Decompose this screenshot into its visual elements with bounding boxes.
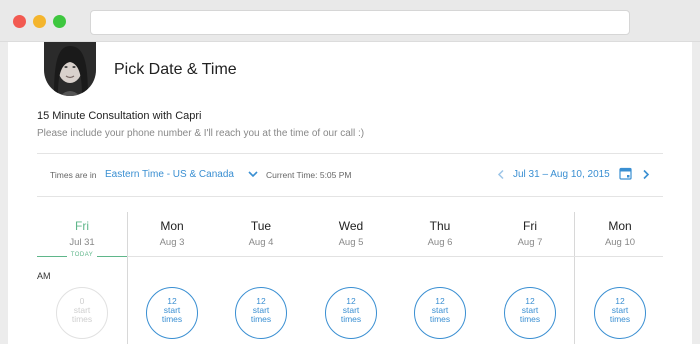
close-window-button[interactable]: [13, 15, 26, 28]
start-times-label: times: [609, 314, 631, 324]
start-times-button[interactable]: 12 start times: [235, 287, 287, 339]
today-label: TODAY: [67, 252, 97, 258]
header-divider: [37, 256, 663, 257]
day-header: Fri Aug 7: [485, 218, 575, 249]
timezone-label: Times are in: [50, 170, 97, 180]
start-times-button: 0 start times: [56, 287, 108, 339]
day-of-week: Mon: [608, 219, 632, 233]
start-times-button[interactable]: 12 start times: [325, 287, 377, 339]
day-of-week: Fri: [75, 219, 89, 233]
current-time: Current Time: 5:05 PM: [266, 170, 352, 180]
minimize-window-button[interactable]: [33, 15, 46, 28]
day-date: Aug 10: [604, 237, 636, 248]
am-label: AM: [37, 271, 51, 281]
divider: [37, 196, 663, 197]
maximize-window-button[interactable]: [53, 15, 66, 28]
date-range: Jul 31 – Aug 10, 2015: [513, 169, 610, 180]
start-times-button[interactable]: 12 start times: [594, 287, 646, 339]
day-header: Mon Aug 3: [127, 218, 217, 249]
start-times-label: times: [429, 314, 451, 324]
browser-window: Pick Date & Time 15 Minute Consultation …: [0, 0, 700, 344]
day-header: Tue Aug 4: [216, 218, 306, 249]
calendar-icon[interactable]: [619, 167, 632, 180]
address-bar[interactable]: [90, 10, 630, 35]
day-of-week: Wed: [338, 219, 364, 233]
day-of-week: Tue: [250, 219, 272, 233]
day-date: Aug 7: [517, 237, 543, 248]
start-times-label: times: [71, 314, 93, 324]
day-of-week: Mon: [160, 219, 184, 233]
chevron-left-icon[interactable]: [496, 169, 506, 180]
day-date: Aug 6: [427, 237, 453, 248]
start-times-button[interactable]: 12 start times: [504, 287, 556, 339]
day-date: Jul 31: [69, 237, 95, 248]
start-times-label: times: [340, 314, 362, 324]
day-date: Aug 4: [248, 237, 274, 248]
chevron-right-icon[interactable]: [641, 169, 651, 180]
day-date: Aug 3: [159, 237, 185, 248]
event-name: 15 Minute Consultation with Capri: [37, 110, 202, 122]
frame-right: [692, 42, 700, 344]
day-of-week: Fri: [523, 219, 537, 233]
start-times-label: times: [250, 314, 272, 324]
start-times-button[interactable]: 12 start times: [146, 287, 198, 339]
day-header: Wed Aug 5: [306, 218, 396, 249]
day-of-week: Thu: [429, 219, 451, 233]
divider: [37, 153, 663, 154]
start-times-label: times: [161, 314, 183, 324]
chevron-down-icon[interactable]: [247, 169, 259, 179]
browser-titlebar: [0, 0, 700, 42]
day-header: Mon Aug 10: [575, 218, 665, 249]
timezone-select[interactable]: Eastern Time - US & Canada: [105, 169, 234, 180]
avatar: [44, 42, 96, 96]
day-header: Fri Jul 31: [37, 218, 127, 249]
start-times-button[interactable]: 12 start times: [414, 287, 466, 339]
frame-left: [0, 42, 8, 344]
start-times-label: times: [519, 314, 541, 324]
event-description: Please include your phone number & I'll …: [37, 128, 365, 139]
day-header: Thu Aug 6: [395, 218, 485, 249]
day-date: Aug 5: [338, 237, 364, 248]
page-title: Pick Date & Time: [114, 61, 237, 78]
